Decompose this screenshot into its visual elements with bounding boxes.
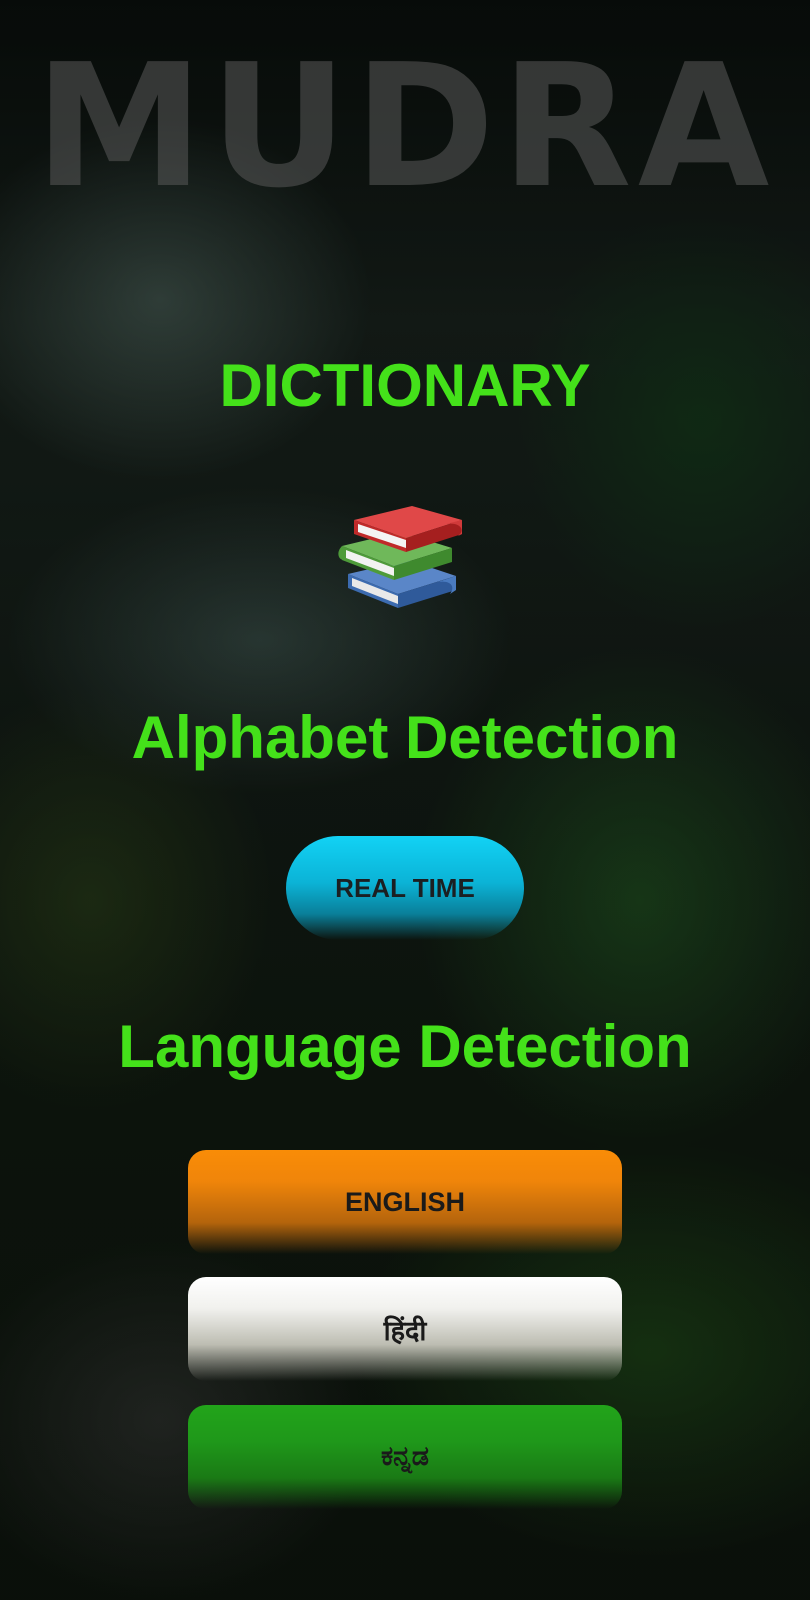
kannada-button[interactable]: ಕನ್ನಡ	[188, 1405, 622, 1509]
main-content: MUDRA DICTIONARY Alphabet Detection REAL…	[0, 0, 810, 1600]
app-screen: MUDRA DICTIONARY Alphabet Detection REAL…	[0, 0, 810, 1600]
brand-title: MUDRA	[34, 28, 776, 226]
english-button[interactable]: ENGLISH	[188, 1150, 622, 1254]
books-icon-graphic	[338, 506, 462, 608]
language-detection-title: Language Detection	[118, 1013, 692, 1080]
hindi-button[interactable]: हिंदी	[188, 1277, 622, 1381]
alphabet-detection-title: Alphabet Detection	[131, 704, 679, 771]
dictionary-title: DICTIONARY	[219, 352, 591, 419]
real-time-button[interactable]: REAL TIME	[286, 836, 524, 940]
books-icon[interactable]	[338, 502, 466, 620]
